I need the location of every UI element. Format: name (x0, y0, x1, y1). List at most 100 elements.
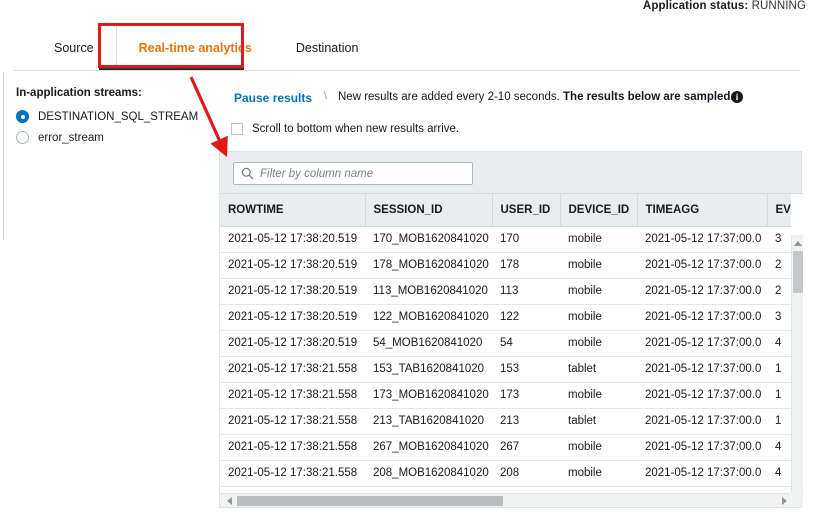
pause-results-link[interactable]: Pause results (234, 91, 312, 105)
column-header-timeagg[interactable]: TIMEAGG (637, 194, 768, 227)
column-header-session-id[interactable]: SESSION_ID (365, 194, 493, 227)
cell-timeagg: 2021-05-12 17:37:00.0 (637, 460, 767, 487)
column-header-event[interactable]: EV (767, 194, 791, 227)
cell-event: 4 (767, 330, 791, 357)
vertical-scrollbar[interactable] (791, 235, 803, 507)
in-application-streams-title: In-application streams: (16, 87, 142, 99)
tab-bar: Source Real-time analytics Destination (0, 26, 814, 70)
column-header-user-id[interactable]: USER_ID (492, 194, 561, 227)
table-row[interactable]: 2021-05-12 17:38:20.519 170_MOB1620841020… (220, 226, 791, 253)
real-time-analytics-page: Application status: RUNNING Source Real-… (0, 0, 814, 523)
table-row[interactable]: 2021-05-12 17:38:21.558 208_MOB1620841020… (220, 460, 791, 487)
cell-session-id: 122_MOB1620841020 (365, 304, 492, 331)
table-header-row: ROWTIME SESSION_ID USER_ID DEVICE_ID TIM… (220, 194, 791, 227)
cell-timeagg: 2021-05-12 17:37:00.0 (637, 356, 767, 383)
filter-box[interactable] (233, 162, 473, 185)
scroll-up-arrow-icon[interactable] (792, 237, 803, 249)
application-status-value: RUNNING (751, 0, 806, 12)
controls-separator: \ (324, 91, 327, 102)
filter-input[interactable] (258, 163, 468, 184)
cell-device-id: mobile (560, 382, 637, 409)
results-grid-wrap: ROWTIME SESSION_ID USER_ID DEVICE_ID TIM… (220, 193, 803, 507)
tab-real-time-analytics[interactable]: Real-time analytics (115, 26, 274, 70)
cell-user-id: 213 (492, 408, 560, 435)
table-row[interactable]: 2021-05-12 17:38:21.558 173_MOB1620841020… (220, 382, 791, 409)
results-note-plain: New results are added every 2-10 seconds… (338, 91, 564, 103)
tab-source[interactable]: Source (32, 26, 116, 70)
cell-rowtime: 2021-05-12 17:38:20.519 (220, 226, 365, 253)
column-header-rowtime[interactable]: ROWTIME (220, 194, 366, 227)
cell-device-id: mobile (560, 252, 637, 279)
cell-session-id: 170_MOB1620841020 (365, 226, 492, 253)
cell-rowtime: 2021-05-12 17:38:21.558 (220, 460, 365, 487)
stream-option-destination-sql-stream-label: DESTINATION_SQL_STREAM (38, 110, 199, 123)
cell-rowtime: 2021-05-12 17:38:21.558 (220, 356, 365, 383)
tab-real-time-analytics-label: Real-time analytics (138, 41, 252, 55)
cell-user-id: 208 (492, 460, 560, 487)
cell-user-id: 178 (492, 252, 560, 279)
cell-device-id: mobile (560, 226, 637, 253)
cell-session-id: 113_MOB1620841020 (365, 278, 492, 305)
scroll-to-bottom-checkbox-row[interactable]: Scroll to bottom when new results arrive… (231, 123, 459, 135)
table-row[interactable]: 2021-05-12 17:38:20.519 178_MOB1620841020… (220, 252, 791, 279)
table-row[interactable]: 2021-05-12 17:38:21.558 153_TAB1620841020… (220, 356, 791, 383)
cell-rowtime: 2021-05-12 17:38:20.519 (220, 252, 365, 279)
stream-option-error-stream-label: error_stream (38, 131, 104, 144)
vertical-scrollbar-thumb[interactable] (793, 251, 803, 293)
cell-rowtime: 2021-05-12 17:38:21.558 (220, 382, 365, 409)
cell-rowtime: 2021-05-12 17:38:21.558 (220, 408, 365, 435)
results-table-panel: ROWTIME SESSION_ID USER_ID DEVICE_ID TIM… (219, 151, 803, 508)
scroll-left-arrow-icon[interactable] (222, 494, 236, 507)
cell-event: 2 (767, 278, 791, 305)
horizontal-scrollbar[interactable] (220, 493, 803, 507)
cell-session-id: 153_TAB1620841020 (365, 356, 492, 383)
cell-user-id: 153 (492, 356, 560, 383)
radio-unselected-icon[interactable] (16, 131, 29, 144)
column-header-device-id[interactable]: DEVICE_ID (560, 194, 638, 227)
results-grid-head: ROWTIME SESSION_ID USER_ID DEVICE_ID TIM… (220, 194, 791, 227)
cell-timeagg: 2021-05-12 17:37:00.0 (637, 226, 767, 253)
table-row[interactable]: 2021-05-12 17:38:20.519 54_MOB1620841020 5… (220, 330, 791, 357)
radio-selected-icon[interactable] (16, 110, 29, 123)
cell-user-id: 54 (492, 330, 560, 357)
cell-device-id: mobile (560, 460, 637, 487)
table-row[interactable]: 2021-05-12 17:38:21.558 267_MOB1620841020… (220, 434, 791, 461)
cell-event: 1 (767, 356, 791, 383)
left-panel-rule (3, 72, 4, 240)
cell-event: 3 (767, 304, 791, 331)
cell-timeagg: 2021-05-12 17:37:00.0 (637, 408, 767, 435)
cell-rowtime: 2021-05-12 17:38:20.519 (220, 278, 365, 305)
cell-timeagg: 2021-05-12 17:37:00.0 (637, 330, 767, 357)
cell-timeagg: 2021-05-12 17:37:00.0 (637, 252, 767, 279)
cell-event: 4 (767, 434, 791, 461)
stream-option-destination-sql-stream[interactable]: DESTINATION_SQL_STREAM (16, 110, 198, 123)
cell-device-id: mobile (560, 304, 637, 331)
application-status: Application status: RUNNING (643, 0, 806, 12)
tab-source-label: Source (54, 41, 94, 55)
cell-event: 4 (767, 460, 791, 487)
cell-timeagg: 2021-05-12 17:37:00.0 (637, 278, 767, 305)
table-row[interactable]: 2021-05-12 17:38:20.519 122_MOB1620841020… (220, 304, 791, 331)
cell-session-id: 54_MOB1620841020 (365, 330, 492, 357)
results-grid-scroller[interactable]: ROWTIME SESSION_ID USER_ID DEVICE_ID TIM… (220, 194, 791, 494)
scroll-to-bottom-checkbox[interactable] (231, 123, 243, 135)
cell-rowtime: 2021-05-12 17:38:20.519 (220, 304, 365, 331)
table-row[interactable]: 2021-05-12 17:38:20.519 113_MOB1620841020… (220, 278, 791, 305)
stream-option-error-stream[interactable]: error_stream (16, 131, 104, 144)
cell-session-id: 213_TAB1620841020 (365, 408, 492, 435)
cell-session-id: 178_MOB1620841020 (365, 252, 492, 279)
tab-destination[interactable]: Destination (274, 26, 381, 70)
cell-user-id: 170 (492, 226, 560, 253)
info-icon[interactable]: i (731, 91, 743, 103)
tab-destination-label: Destination (295, 41, 359, 55)
cell-session-id: 173_MOB1620841020 (365, 382, 492, 409)
cell-device-id: mobile (560, 434, 637, 461)
cell-event: 2 (767, 252, 791, 279)
cell-session-id: 267_MOB1620841020 (365, 434, 492, 461)
horizontal-scrollbar-thumb[interactable] (237, 496, 503, 506)
cell-device-id: mobile (560, 330, 637, 357)
cell-timeagg: 2021-05-12 17:37:00.0 (637, 382, 767, 409)
table-row[interactable]: 2021-05-12 17:38:21.558 213_TAB1620841020… (220, 408, 791, 435)
cell-timeagg: 2021-05-12 17:37:00.0 (637, 434, 767, 461)
cell-rowtime: 2021-05-12 17:38:20.519 (220, 330, 365, 357)
